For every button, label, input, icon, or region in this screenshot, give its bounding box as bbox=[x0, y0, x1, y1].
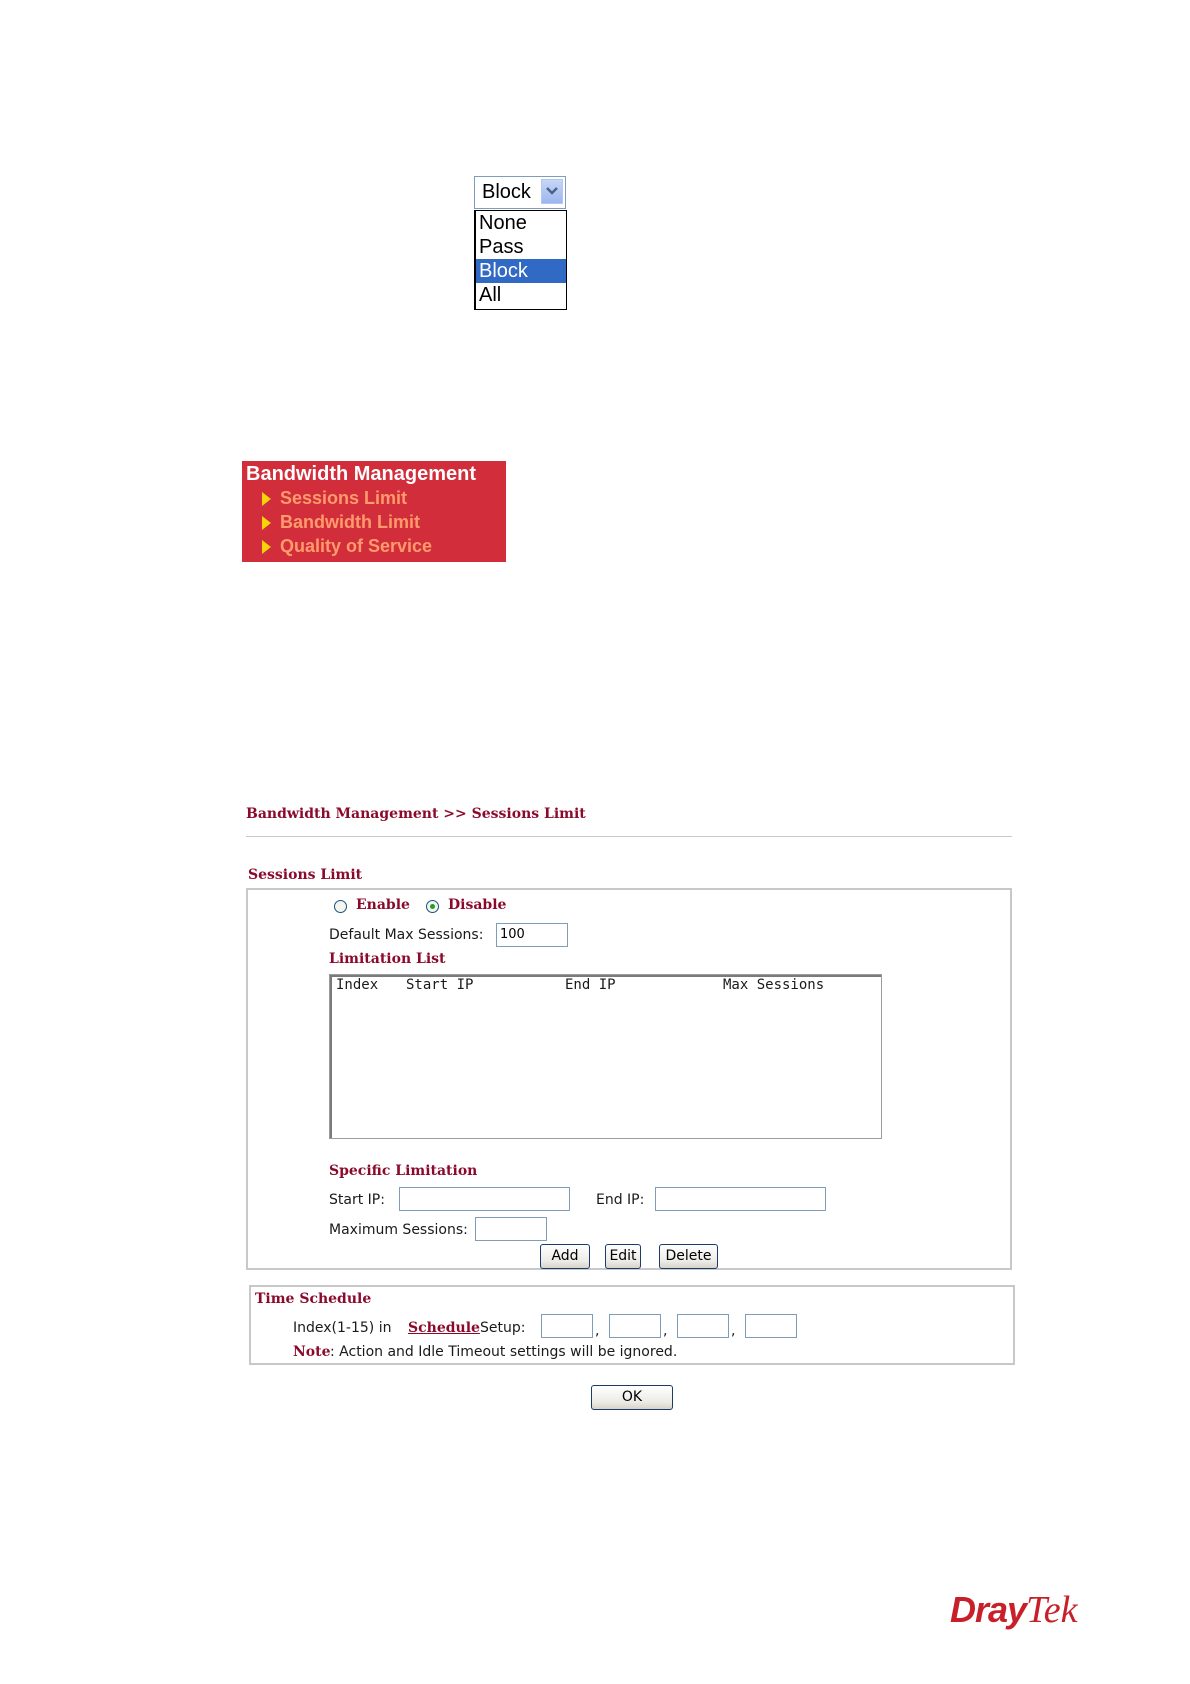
separator: , bbox=[595, 1323, 600, 1339]
menu-title[interactable]: Bandwidth Management bbox=[246, 463, 476, 486]
schedule-index-input-1[interactable] bbox=[541, 1314, 593, 1338]
schedule-index-input-4[interactable] bbox=[745, 1314, 797, 1338]
menu-item-label: Sessions Limit bbox=[280, 488, 408, 508]
time-schedule-title: Time Schedule bbox=[255, 1291, 372, 1307]
logo-part-dray: Dray bbox=[950, 1589, 1027, 1630]
dropdown-option-list: None Pass Block All bbox=[474, 210, 567, 310]
breadcrumb: Bandwidth Management >> Sessions Limit bbox=[246, 806, 586, 822]
dropdown-selected-value: Block bbox=[482, 181, 531, 203]
dropdown-closed-select[interactable]: Block bbox=[474, 176, 566, 209]
delete-button[interactable]: Delete bbox=[659, 1244, 718, 1269]
limitation-listbox[interactable]: Index Start IP End IP Max Sessions bbox=[329, 974, 882, 1139]
end-ip-label: End IP: bbox=[596, 1192, 645, 1208]
bullet-arrow-icon bbox=[262, 540, 271, 554]
bandwidth-menu: Bandwidth Management Sessions Limit Band… bbox=[242, 461, 506, 562]
list-header-start-ip: Start IP bbox=[406, 977, 474, 993]
add-button[interactable]: Add bbox=[540, 1244, 590, 1269]
note-label: Note bbox=[293, 1344, 331, 1360]
start-ip-label: Start IP: bbox=[329, 1192, 385, 1208]
dropdown-option-none[interactable]: None bbox=[476, 211, 566, 235]
dropdown-option-block[interactable]: Block bbox=[476, 259, 566, 283]
radio-selected-dot bbox=[430, 904, 435, 909]
maximum-sessions-label: Maximum Sessions: bbox=[329, 1222, 468, 1238]
schedule-index-input-2[interactable] bbox=[609, 1314, 661, 1338]
disable-radio[interactable] bbox=[426, 900, 439, 913]
maximum-sessions-input[interactable] bbox=[475, 1217, 547, 1241]
ok-button[interactable]: OK bbox=[591, 1385, 673, 1410]
default-max-sessions-input[interactable]: 100 bbox=[496, 923, 568, 947]
list-header-max-sessions: Max Sessions bbox=[723, 977, 825, 993]
start-ip-input[interactable] bbox=[399, 1187, 570, 1211]
sessions-limit-panel: Enable Disable Default Max Sessions: 100… bbox=[246, 888, 1012, 1270]
separator: , bbox=[731, 1323, 736, 1339]
chevron-down-icon[interactable] bbox=[541, 179, 563, 204]
note-text: : Action and Idle Timeout settings will … bbox=[330, 1344, 678, 1360]
menu-item-label: Quality of Service bbox=[280, 536, 433, 556]
time-schedule-panel: Time Schedule Index(1-15) in Schedule Se… bbox=[249, 1285, 1015, 1365]
list-header-end-ip: End IP bbox=[565, 977, 616, 993]
divider bbox=[246, 836, 1012, 837]
bullet-arrow-icon bbox=[262, 516, 271, 530]
separator: , bbox=[663, 1323, 668, 1339]
edit-button[interactable]: Edit bbox=[605, 1244, 641, 1269]
enable-radio[interactable] bbox=[334, 900, 347, 913]
schedule-index-label: Index(1-15) in bbox=[293, 1320, 392, 1336]
end-ip-input[interactable] bbox=[655, 1187, 826, 1211]
schedule-index-input-3[interactable] bbox=[677, 1314, 729, 1338]
logo-part-tek: Tek bbox=[1026, 1589, 1078, 1631]
default-max-sessions-label: Default Max Sessions: bbox=[329, 927, 484, 943]
dropdown-option-pass[interactable]: Pass bbox=[476, 235, 566, 259]
dropdown-option-all[interactable]: All bbox=[476, 283, 566, 307]
enable-label: Enable bbox=[356, 897, 410, 913]
limitation-list-title: Limitation List bbox=[329, 951, 446, 967]
specific-limitation-title: Specific Limitation bbox=[329, 1163, 478, 1179]
sessions-limit-title: Sessions Limit bbox=[248, 867, 363, 883]
menu-item-label: Bandwidth Limit bbox=[280, 512, 420, 532]
disable-label: Disable bbox=[448, 897, 507, 913]
bullet-arrow-icon bbox=[262, 492, 271, 506]
schedule-link[interactable]: Schedule bbox=[408, 1320, 480, 1336]
draytek-logo: DrayTek bbox=[950, 1588, 1077, 1632]
schedule-setup-label: Setup: bbox=[480, 1320, 526, 1336]
list-header-index: Index bbox=[336, 977, 379, 993]
